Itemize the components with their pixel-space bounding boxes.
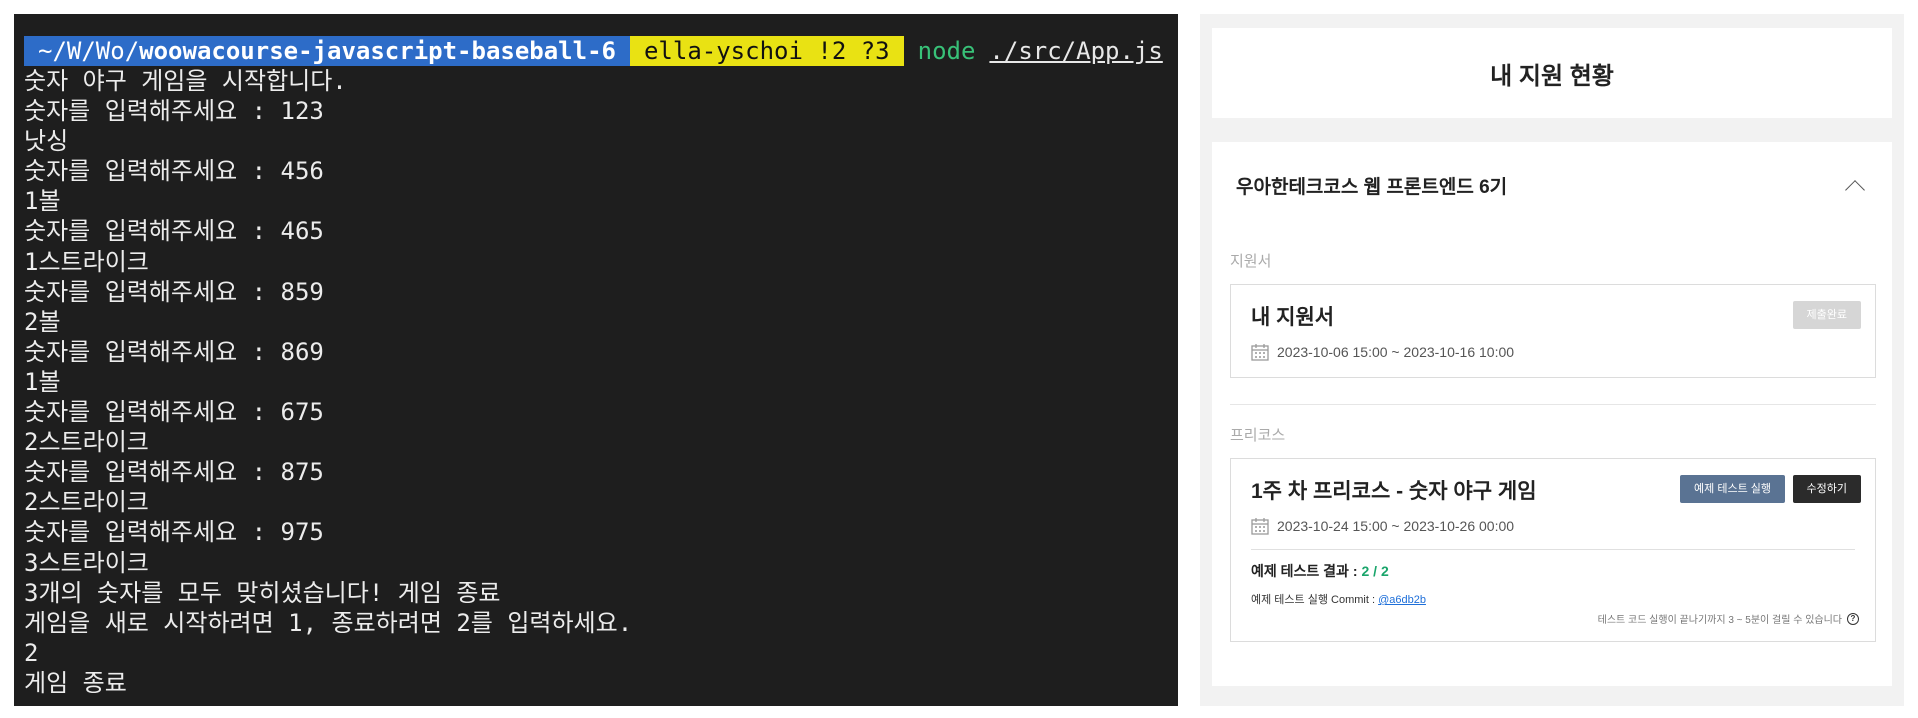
terminal-output-line: 숫자를 입력해주세요 : 456 [24,157,324,186]
terminal-output-line: 게임을 새로 시작하려면 1, 종료하려면 2를 입력하세요. [24,608,633,637]
terminal-output-line: 숫자를 입력해주세요 : 465 [24,217,324,246]
terminal-output-line: 2스트라이크 [24,428,149,457]
application-title: 내 지원서 [1251,306,1335,329]
section-divider [1230,404,1876,405]
prompt-command: node [917,37,976,65]
prompt-git-segment: ella-yschoi !2 ?3 [629,36,904,66]
chevron-up-icon[interactable] [1845,179,1865,200]
terminal-output-line: 2 [24,638,39,667]
inner-divider [1251,549,1855,550]
course-header[interactable]: 우아한테크코스 웹 프론트엔드 6기 [1236,172,1868,200]
test-result-value: 2 / 2 [1361,563,1389,579]
page-header: 내 지원 현황 [1212,28,1892,118]
course-card: 우아한테크코스 웹 프론트엔드 6기 지원서 내 지원서 제출완료 2023-1… [1212,142,1892,686]
application-date-row: 2023-10-06 15:00 ~ 2023-10-16 10:00 [1251,343,1514,361]
terminal-output-line: 숫자를 입력해주세요 : 975 [24,518,324,547]
precourse-date-range: 2023-10-24 15:00 ~ 2023-10-26 00:00 [1277,518,1515,534]
terminal-output-line: 3개의 숫자를 모두 맞히셨습니다! 게임 종료 [24,578,501,607]
duration-note: 테스트 코드 실행이 끝나기까지 3 ~ 5분이 걸릴 수 있습니다 ? [1598,611,1859,626]
commit-label: 예제 테스트 실행 Commit : [1251,594,1379,606]
application-box: 내 지원서 제출완료 2023-10-06 15:00 ~ 2023-10-16… [1230,284,1876,378]
help-icon[interactable]: ? [1847,612,1859,625]
course-title: 우아한테크코스 웹 프론트엔드 6기 [1236,177,1508,198]
commit-hash-link[interactable]: @a6db2b [1378,594,1426,606]
calendar-icon [1251,344,1269,361]
application-section-label: 지원서 [1230,253,1272,270]
terminal-output-line: 숫자를 입력해주세요 : 675 [24,398,324,427]
terminal-output-line: 숫자를 입력해주세요 : 869 [24,337,324,366]
terminal-output-line: 낫싱 [24,127,69,156]
terminal-output-line: 1볼 [24,187,61,216]
application-date-range: 2023-10-06 15:00 ~ 2023-10-16 10:00 [1277,344,1515,360]
terminal-output-line: 게임 종료 [24,668,127,697]
terminal-output-line: 숫자 야구 게임을 시작합니다. [24,67,347,95]
submitted-button[interactable]: 제출완료 [1792,301,1861,329]
terminal-output-line: 숫자를 입력해주세요 : 859 [24,277,324,306]
test-result-label: 예제 테스트 결과 : [1251,563,1358,579]
precourse-title: 1주 차 프리코스 - 숫자 야구 게임 [1251,480,1537,503]
precourse-box: 1주 차 프리코스 - 숫자 야구 게임 예제 테스트 실행 수정하기 2023… [1230,458,1876,642]
terminal-output-line: 2볼 [24,307,61,336]
terminal-output-line: 1스트라이크 [24,247,149,276]
terminal-output-line: 2스트라이크 [24,488,149,517]
terminal-window[interactable]: ~/W/Wo/woowacourse-javascript-baseball-6… [14,14,1178,706]
duration-note-text: 테스트 코드 실행이 끝나기까지 3 ~ 5분이 걸릴 수 있습니다 [1597,615,1842,626]
prompt-path-repo: woowacourse-javascript-baseball-6 [139,37,616,65]
terminal-output-line: 숫자를 입력해주세요 : 875 [24,458,324,487]
prompt-path-prefix: ~/W/Wo/ [38,37,140,65]
commit-row: 예제 테스트 실행 Commit : @a6db2b [1251,591,1426,607]
run-example-test-button[interactable]: 예제 테스트 실행 [1680,475,1785,503]
test-result-row: 예제 테스트 결과 :2 / 2 [1251,561,1389,581]
shell-prompt: ~/W/Wo/woowacourse-javascript-baseball-6… [24,36,1178,66]
edit-button[interactable]: 수정하기 [1792,475,1861,503]
prompt-argument: ./src/App.js [989,37,1163,65]
terminal-output-line: 숫자를 입력해주세요 : 123 [24,97,324,126]
precourse-section-label: 프리코스 [1230,427,1286,444]
prompt-path-segment: ~/W/Wo/woowacourse-javascript-baseball-6 [24,36,630,66]
page-title: 내 지원 현황 [1490,62,1614,90]
application-status-panel: 내 지원 현황 우아한테크코스 웹 프론트엔드 6기 지원서 내 지원서 제출완… [1200,14,1904,706]
precourse-date-row: 2023-10-24 15:00 ~ 2023-10-26 00:00 [1251,517,1514,535]
terminal-output-line: 1볼 [24,367,61,396]
terminal-output-line: 3스트라이크 [24,548,149,577]
calendar-icon [1251,518,1269,535]
